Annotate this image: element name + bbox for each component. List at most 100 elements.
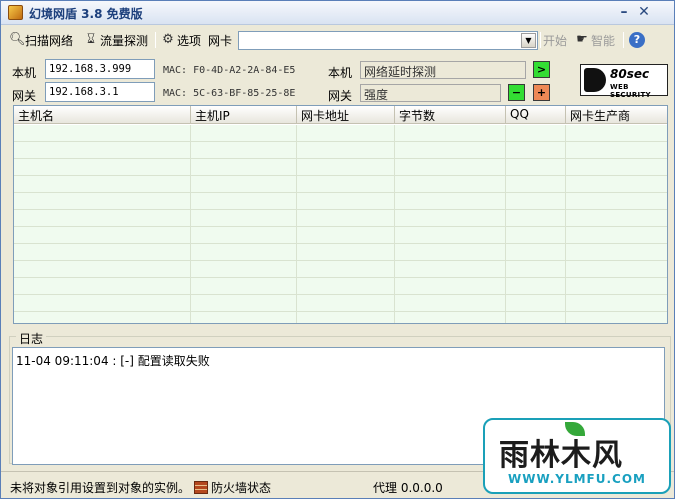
table-row[interactable]: [14, 295, 667, 312]
table-cell: [14, 159, 191, 176]
options-button[interactable]: ⚙︎ 选项: [161, 32, 201, 48]
table-cell: [191, 227, 297, 244]
watermark: 雨林木风 WWW.YLMFU.COM: [483, 418, 671, 494]
column-qq[interactable]: QQ: [506, 106, 566, 124]
table-cell: [566, 125, 667, 142]
traffic-probe-button[interactable]: ⌛︎ 流量探测: [84, 32, 148, 48]
close-button[interactable]: ✕: [635, 4, 653, 21]
table-cell: [395, 159, 506, 176]
table-cell: [297, 193, 395, 210]
chevron-down-icon[interactable]: ▼: [521, 33, 536, 48]
table-cell: [297, 244, 395, 261]
table-cell: [566, 244, 667, 261]
gateway-ip-field[interactable]: 192.168.3.1: [45, 82, 155, 102]
table-cell: [506, 176, 566, 193]
table-cell: [395, 312, 506, 323]
scan-network-button[interactable]: 🔍︎ 扫描网络: [9, 32, 73, 48]
table-cell: [566, 142, 667, 159]
table-cell: [14, 244, 191, 261]
magnifier-icon: 🔍︎: [9, 32, 26, 47]
nic-select[interactable]: ▼: [238, 31, 538, 50]
table-cell: [506, 125, 566, 142]
table-cell: [395, 278, 506, 295]
smart-icon: ☛: [576, 32, 588, 47]
table-cell: [395, 125, 506, 142]
go-button[interactable]: >: [533, 61, 550, 78]
latency-probe-field: 网络延时探测: [360, 61, 526, 79]
host-table[interactable]: 主机名 主机IP 网卡地址 字节数 QQ 网卡生产商: [13, 105, 668, 324]
logo-mark-icon: [584, 68, 606, 92]
table-cell: [395, 176, 506, 193]
table-cell: [14, 261, 191, 278]
table-cell: [297, 125, 395, 142]
table-cell: [14, 176, 191, 193]
table-cell: [566, 278, 667, 295]
smart-label: 智能: [591, 33, 616, 48]
table-row[interactable]: [14, 176, 667, 193]
toolbar: 🔍︎ 扫描网络 ⌛︎ 流量探测 ⚙︎ 选项 网卡 ▼ 开始 ☛ 智能 ?: [1, 27, 674, 53]
minimize-button[interactable]: –: [615, 4, 633, 21]
table-cell: [191, 125, 297, 142]
firewall-status[interactable]: 防火墙状态: [194, 479, 271, 496]
table-cell: [14, 227, 191, 244]
traffic-probe-label: 流量探测: [100, 33, 149, 48]
right-gateway-label: 网关: [328, 89, 353, 103]
table-cell: [297, 142, 395, 159]
table-cell: [395, 142, 506, 159]
table-cell: [191, 261, 297, 278]
table-cell: [395, 261, 506, 278]
table-cell: [297, 159, 395, 176]
scan-network-label: 扫描网络: [25, 33, 74, 48]
table-cell: [297, 295, 395, 312]
table-cell: [191, 159, 297, 176]
local-ip-field[interactable]: 192.168.3.999: [45, 59, 155, 79]
table-cell: [14, 295, 191, 312]
table-cell: [191, 193, 297, 210]
table-cell: [297, 278, 395, 295]
logo-text: 80sec: [610, 67, 650, 81]
gear-icon: ⚙︎: [162, 32, 174, 47]
nic-label: 网卡: [208, 33, 233, 48]
table-cell: [506, 261, 566, 278]
table-row[interactable]: [14, 261, 667, 278]
column-hostname[interactable]: 主机名: [14, 106, 191, 124]
table-row[interactable]: [14, 210, 667, 227]
table-row[interactable]: [14, 227, 667, 244]
table-row[interactable]: [14, 142, 667, 159]
table-cell: [506, 210, 566, 227]
column-bytes[interactable]: 字节数: [395, 106, 506, 124]
table-row[interactable]: [14, 125, 667, 142]
smart-button[interactable]: ☛ 智能: [575, 32, 615, 48]
help-button[interactable]: ?: [629, 32, 645, 48]
decrease-button[interactable]: −: [508, 84, 525, 101]
firewall-icon: [194, 481, 208, 494]
table-row[interactable]: [14, 159, 667, 176]
table-row[interactable]: [14, 312, 667, 323]
column-mac[interactable]: 网卡地址: [297, 106, 395, 124]
table-cell: [191, 244, 297, 261]
table-cell: [395, 244, 506, 261]
table-row[interactable]: [14, 244, 667, 261]
table-cell: [506, 278, 566, 295]
table-row[interactable]: [14, 193, 667, 210]
table-cell: [506, 142, 566, 159]
table-row[interactable]: [14, 278, 667, 295]
table-cell: [506, 193, 566, 210]
title-bar[interactable]: 幻境网盾 3.8 免费版 – ✕: [1, 1, 674, 25]
table-cell: [14, 193, 191, 210]
right-local-label: 本机: [328, 66, 353, 80]
column-host-ip[interactable]: 主机IP: [191, 106, 297, 124]
options-label: 选项: [177, 33, 202, 48]
table-cell: [566, 193, 667, 210]
table-cell: [14, 312, 191, 323]
start-button[interactable]: 开始: [543, 32, 567, 48]
logo-subtext: WEB SECURITY: [610, 83, 651, 99]
app-shield-icon: [8, 5, 23, 20]
column-vendor[interactable]: 网卡生产商: [566, 106, 667, 124]
watermark-url: WWW.YLMFU.COM: [507, 472, 646, 486]
gateway-label: 网关: [12, 89, 37, 103]
increase-button[interactable]: +: [533, 84, 550, 101]
table-cell: [14, 278, 191, 295]
table-cell: [297, 227, 395, 244]
80sec-logo: 80sec WEB SECURITY: [580, 64, 668, 99]
